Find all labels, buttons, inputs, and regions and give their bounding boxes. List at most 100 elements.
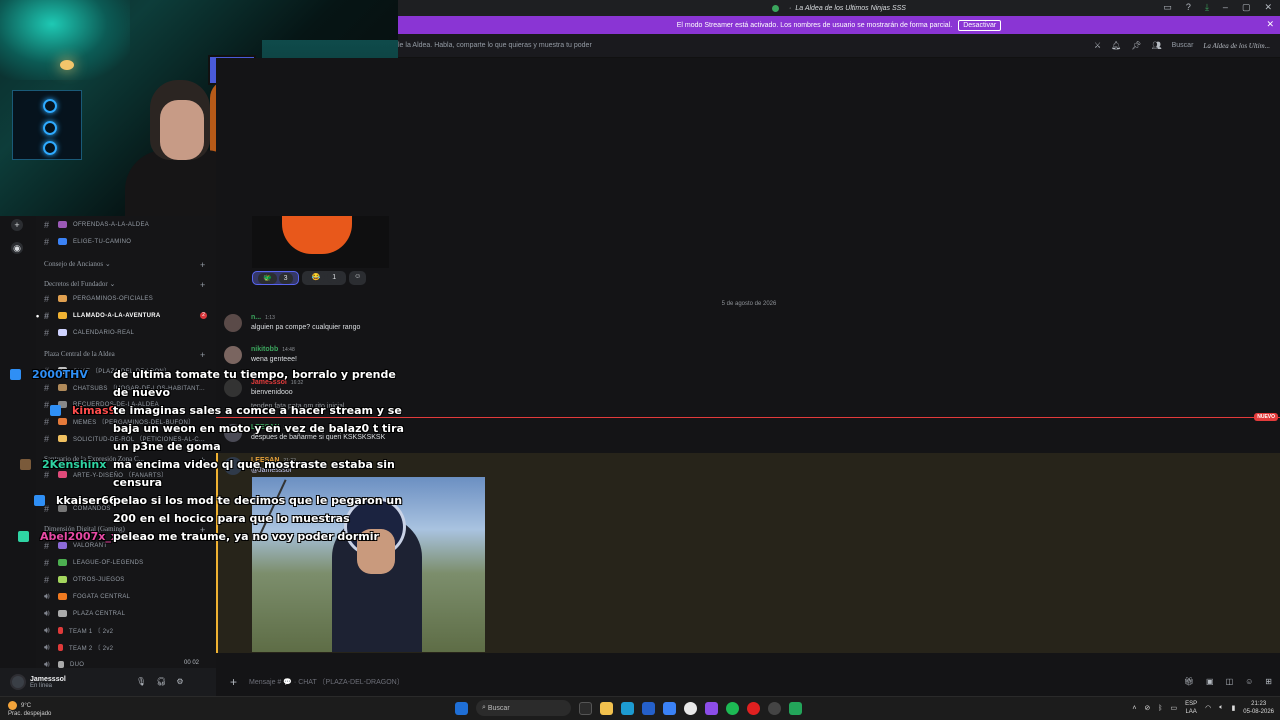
- voice-team1[interactable]: 🔊︎ TEAM 1 〔 2v2: [44, 623, 113, 638]
- message-author[interactable]: nikitobb 14:48: [251, 346, 295, 353]
- message[interactable]: n... 1:13 alguien pa compe? cualquier ran…: [224, 314, 1264, 344]
- start-icon[interactable]: [455, 701, 468, 715]
- close-banner-icon[interactable]: ✕: [1266, 19, 1274, 30]
- apps-icon[interactable]: ⊞: [1265, 677, 1272, 686]
- gift-icon[interactable]: 🎁︎: [1184, 677, 1194, 686]
- attach-plus-icon[interactable]: +: [230, 675, 237, 689]
- wifi-icon[interactable]: ◠: [1205, 704, 1211, 712]
- voice-duo[interactable]: 🔊︎ DUO: [44, 657, 84, 668]
- chat-area: 🐲 3 😂 1 ☺ 5 de agosto de 2026 n... 1:13 a…: [216, 58, 1280, 668]
- category-ancianos[interactable]: Consejo de Ancianos ⌄ +: [44, 260, 205, 270]
- category-plaza[interactable]: Plaza Central de la Aldea +: [44, 350, 205, 360]
- spotify-icon[interactable]: [726, 701, 739, 715]
- add-channel-icon[interactable]: +: [200, 350, 205, 360]
- search-input[interactable]: Buscar: [1172, 42, 1194, 49]
- add-reaction-icon[interactable]: ☺: [349, 271, 367, 285]
- channel-calendario[interactable]: # CALENDARIO-REAL: [44, 325, 134, 340]
- volume-icon[interactable]: 🔈︎: [1219, 704, 1223, 712]
- add-channel-icon[interactable]: +: [200, 525, 205, 535]
- channel-lol[interactable]: # LEAGUE-OF-LEGENDS: [44, 555, 143, 570]
- file-explorer-icon[interactable]: [600, 701, 613, 715]
- gif-icon[interactable]: ▣: [1206, 677, 1214, 686]
- channel-ofrendas[interactable]: # OFRENDAS-A-LA-ALDEA: [44, 217, 149, 232]
- category-fundador[interactable]: Decretos del Fundador ⌄ +: [44, 280, 205, 290]
- channel-recuerdos[interactable]: # RECUERDOS-DE-LA-ALDEA: [44, 397, 159, 412]
- microphone-icon[interactable]: 🎙︎: [136, 677, 146, 686]
- user-avatar[interactable]: [10, 674, 26, 690]
- sticker-icon[interactable]: ◫: [1226, 677, 1234, 686]
- app-icon[interactable]: [663, 701, 676, 715]
- lol-icon: [58, 559, 67, 566]
- voice-plaza[interactable]: 🔊︎ PLAZA CENTRAL: [44, 606, 125, 621]
- battery-icon[interactable]: ▭: [1170, 704, 1177, 712]
- chevron-up-icon[interactable]: ˄: [1132, 705, 1136, 712]
- search-scope[interactable]: La Aldea de los Ultim...: [1203, 42, 1270, 50]
- message-input[interactable]: Mensaje # 💬 · CHAT 〔PLAZA-DEL-DRAGON〕: [249, 677, 404, 687]
- channel-topic[interactable]: le la Aldea. Habla, comparte lo que quie…: [398, 42, 592, 49]
- inbox-icon[interactable]: ▭: [1163, 2, 1172, 13]
- task-view-icon[interactable]: [579, 701, 592, 715]
- settings-gear-icon[interactable]: ⚙: [176, 677, 183, 686]
- taskbar-search[interactable]: ⌕ Buscar: [476, 700, 571, 716]
- mention-text[interactable]: @Jamesssol: [251, 467, 291, 474]
- battery-level-icon[interactable]: ▮: [1231, 704, 1235, 712]
- voice-team2[interactable]: 🔊︎ TEAM 2 〔 2v2: [44, 640, 113, 655]
- clock[interactable]: 21:23 05-08-2026: [1243, 700, 1274, 716]
- channel-chatsubs[interactable]: # CHATSUBS 〔HOGAR-DE-LOS-HABITANT...: [44, 380, 205, 395]
- download-icon[interactable]: ⤓: [1205, 2, 1209, 13]
- channel-pergaminos[interactable]: # PERGAMINOS-OFICIALES: [44, 291, 153, 306]
- channel-solicitud[interactable]: # SOLICITUD-DE-ROL 〔PETICIONES-AL-C...: [44, 431, 205, 446]
- channel-valorant[interactable]: # VALORANT: [44, 538, 107, 553]
- heart-icon: [58, 221, 67, 228]
- edge-icon[interactable]: [621, 701, 634, 715]
- voice-fogata[interactable]: 🔊︎ FOGATA CENTRAL: [44, 589, 130, 604]
- language-indicator[interactable]: ESP LAA: [1185, 700, 1197, 716]
- category-gaming[interactable]: Dimensión Digital (Gaming) +: [44, 525, 205, 535]
- weather-widget[interactable]: 9°C Prac. despejado: [8, 701, 51, 718]
- reaction-laugh[interactable]: 😂 1: [301, 271, 347, 285]
- channel-elige[interactable]: # ELIGE-TU-CAMINO: [44, 234, 131, 249]
- add-channel-icon[interactable]: +: [200, 280, 205, 290]
- channel-arte[interactable]: # ARTE-Y-DISEÑO 〔FANARTS〕: [44, 467, 167, 482]
- pin-icon[interactable]: 📌︎: [1131, 41, 1141, 50]
- maximize-button[interactable]: ▢: [1242, 2, 1251, 13]
- help-icon[interactable]: ?: [1186, 2, 1191, 13]
- channel-memes[interactable]: # MEMES 〔PERGAMINOS-DEL-BUFON〕: [44, 414, 194, 429]
- category-creatividad[interactable]: Santuario de la Expresión Zona C... +: [44, 455, 205, 465]
- steam-icon[interactable]: [768, 701, 781, 715]
- close-window-button[interactable]: ✕: [1264, 2, 1272, 13]
- channel-llamado[interactable]: #LLAMADO-A-LA-AVENTURA: [36, 308, 161, 323]
- members-icon[interactable]: 👥︎: [1151, 41, 1161, 50]
- reaction-dragon[interactable]: 🐲 3: [252, 271, 299, 285]
- network-icon[interactable]: ⊘: [1144, 704, 1150, 712]
- discover-icon[interactable]: ◉: [11, 242, 23, 254]
- skydiver-image[interactable]: [252, 477, 485, 652]
- add-channel-icon[interactable]: +: [200, 260, 205, 270]
- message-author[interactable]: Jamesssol 16:32: [251, 379, 303, 386]
- add-server-icon[interactable]: +: [11, 219, 23, 231]
- chrome-icon[interactable]: [684, 701, 697, 715]
- message[interactable]: nikitobb 14:48 wena genteee!: [224, 346, 1264, 376]
- add-channel-icon[interactable]: +: [200, 455, 205, 465]
- message-author[interactable]: LEESAN 21:22: [251, 457, 296, 464]
- threads-icon[interactable]: ⚔: [1094, 41, 1101, 50]
- disable-streamer-button[interactable]: Desactivar: [958, 19, 1002, 31]
- channel-comandos[interactable]: # COMANDOS: [44, 501, 111, 516]
- twitch-icon[interactable]: [705, 701, 718, 715]
- channel-otros-juegos[interactable]: # OTROS-JUEGOS: [44, 572, 125, 587]
- notification-bell-icon[interactable]: 🔔︎: [1111, 41, 1121, 50]
- discord-icon[interactable]: [789, 701, 802, 715]
- minimize-button[interactable]: –: [1223, 2, 1228, 13]
- message[interactable]: Jamesssol 16:32 bienvenidooo tenden fata …: [224, 379, 1264, 410]
- message-author[interactable]: n... 1:13: [251, 314, 275, 321]
- bluetooth-icon[interactable]: ᛒ: [1158, 705, 1162, 712]
- embedded-image-orange[interactable]: [252, 216, 389, 268]
- channel-chat[interactable]: # CHAT 〔PLAZA-DEL-DRAGON〕: [44, 363, 170, 378]
- message-author[interactable]: LEESAN 21:20: [251, 424, 296, 431]
- store-icon[interactable]: [642, 701, 655, 715]
- emoji-icon[interactable]: ☺: [1245, 677, 1253, 686]
- headphones-icon[interactable]: 🎧︎: [156, 677, 166, 686]
- message[interactable]: LEESAN 21:20 despues de bañarme si queri …: [224, 424, 1264, 454]
- obs-record-icon[interactable]: [747, 701, 760, 715]
- header-toolbar: ⚔ 🔔︎ 📌︎ 👥︎ Buscar La Aldea de los Ultim.…: [1094, 41, 1270, 50]
